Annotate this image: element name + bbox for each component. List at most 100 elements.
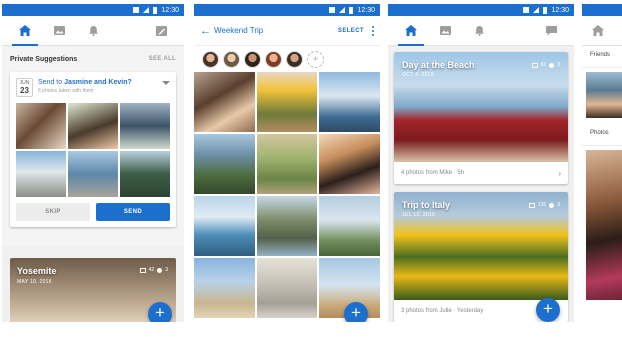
photo-thumb[interactable] xyxy=(319,134,380,194)
avatar[interactable] xyxy=(265,50,282,68)
wifi-icon xyxy=(329,7,336,13)
photo-thumb[interactable] xyxy=(16,103,66,149)
tab-photos[interactable] xyxy=(428,16,462,46)
status-time: 12:30 xyxy=(161,6,179,14)
home-icon xyxy=(19,25,31,36)
photo-thumb[interactable] xyxy=(120,103,170,149)
friend-photo[interactable] xyxy=(586,72,622,118)
add-fab-button[interactable]: + xyxy=(148,302,172,322)
album-photo-count: 42 xyxy=(148,267,155,273)
photo-thumb[interactable] xyxy=(319,196,380,256)
album-title: Weekend Trip xyxy=(214,26,264,35)
skip-button[interactable]: SKIP xyxy=(16,203,90,221)
tab-chat[interactable] xyxy=(534,16,568,46)
back-arrow-icon[interactable]: ← xyxy=(200,25,212,37)
album-photo-grid xyxy=(194,72,380,318)
battery-icon xyxy=(153,6,158,14)
signal-icon xyxy=(143,7,150,13)
album-date: JUL 13, 2015 xyxy=(402,212,436,218)
photo-count-icon xyxy=(528,202,535,208)
photo-thumb[interactable] xyxy=(194,72,255,132)
phone-screen-partial: Friends Photos xyxy=(582,4,622,322)
add-fab-button[interactable]: + xyxy=(536,298,560,322)
photo-thumb[interactable] xyxy=(256,196,318,256)
album-title: Trip to Italy xyxy=(402,200,451,210)
photo-count-icon xyxy=(139,267,146,273)
album-cover: Trip to Italy JUL 13, 2015 135 3 xyxy=(394,192,568,300)
battery-icon xyxy=(543,6,548,14)
send-suggestion-title: Send to Jasmine and Kevin? xyxy=(38,78,132,87)
album-meta: 62 3 xyxy=(531,62,560,68)
tab-bar xyxy=(582,16,622,46)
photo-thumb[interactable] xyxy=(256,258,318,318)
send-subtitle: 6 photos taken with them xyxy=(38,88,94,94)
album-photo-count: 62 xyxy=(540,62,547,68)
avatar[interactable] xyxy=(286,50,303,68)
friends-section-title: Friends xyxy=(582,46,622,68)
tab-home[interactable] xyxy=(584,16,612,46)
send-button[interactable]: SEND xyxy=(96,203,170,221)
album-feed: Day at the Beach OCT 4, 2015 62 3 4 phot… xyxy=(388,46,574,322)
tab-notifications[interactable] xyxy=(462,16,496,46)
avatar[interactable] xyxy=(223,50,240,68)
album-meta: 42 3 xyxy=(139,267,168,273)
photo-thumb[interactable] xyxy=(256,72,318,132)
see-all-link[interactable]: SEE ALL xyxy=(149,56,176,62)
image-icon xyxy=(53,26,65,35)
suggestion-photo-grid xyxy=(16,103,170,197)
tab-home[interactable] xyxy=(394,16,428,46)
album-people-count: 3 xyxy=(165,267,168,273)
tab-photos[interactable] xyxy=(42,16,76,46)
tab-home[interactable] xyxy=(8,16,42,46)
home-icon xyxy=(405,25,417,36)
album-people-count: 3 xyxy=(557,202,560,208)
photo-count-text: 3 photos xyxy=(401,308,425,314)
photo-count-icon xyxy=(531,62,538,68)
phone-screen-suggestions: 12:30 Private Suggestions SEE ALL JUN 23 xyxy=(2,4,184,322)
bell-icon xyxy=(88,25,98,36)
tab-compose[interactable] xyxy=(144,16,178,46)
photo-thumb[interactable] xyxy=(16,151,66,197)
avatar[interactable] xyxy=(244,50,261,68)
album-date: OCT 4, 2015 xyxy=(402,72,434,78)
tab-notifications[interactable] xyxy=(76,16,110,46)
photo-thumb[interactable] xyxy=(68,103,118,149)
section-title: Private Suggestions xyxy=(10,55,78,63)
send-prefix: Send to xyxy=(38,79,65,86)
chevron-down-icon[interactable] xyxy=(162,81,170,85)
photo-thumb[interactable] xyxy=(68,151,118,197)
photos-section-title: Photos xyxy=(582,124,622,146)
album-footer: 4 photos from Mike · 5h › xyxy=(394,162,568,184)
select-button[interactable]: SELECT xyxy=(338,28,364,34)
tab-bar xyxy=(2,16,184,46)
chevron-right-icon[interactable]: › xyxy=(558,169,561,178)
status-time: 12:30 xyxy=(551,6,569,14)
album-title: Yosemite xyxy=(17,266,57,276)
album-cover: Day at the Beach OCT 4, 2015 62 3 xyxy=(394,52,568,162)
photo-thumb[interactable] xyxy=(586,150,622,300)
status-bar: 12:30 xyxy=(2,4,184,16)
member-avatars: + xyxy=(194,46,380,72)
from-text: from Mike · 5h xyxy=(424,170,465,176)
album-date: MAY 10, 2016 xyxy=(17,279,52,285)
image-icon xyxy=(439,26,451,35)
avatar[interactable] xyxy=(202,50,219,68)
album-card-beach[interactable]: Day at the Beach OCT 4, 2015 62 3 4 phot… xyxy=(394,52,568,184)
photo-thumb[interactable] xyxy=(120,151,170,197)
signal-icon xyxy=(339,7,346,13)
add-person-icon[interactable]: + xyxy=(307,50,324,68)
album-people-count: 3 xyxy=(557,62,560,68)
photo-thumb[interactable] xyxy=(194,196,255,256)
more-vert-icon[interactable] xyxy=(372,25,374,36)
photo-thumb[interactable] xyxy=(194,258,255,318)
people-icon xyxy=(549,62,555,68)
photo-thumb[interactable] xyxy=(256,134,318,194)
status-bar xyxy=(582,4,622,16)
add-fab-button[interactable]: + xyxy=(344,302,368,322)
photo-thumb[interactable] xyxy=(319,72,380,132)
status-time: 12:30 xyxy=(357,6,375,14)
tab-bar xyxy=(388,16,574,46)
phone-screen-feed: 12:30 Day at the Beach OCT 4, 2015 62 3 xyxy=(388,4,574,322)
photo-thumb[interactable] xyxy=(194,134,255,194)
status-bar: 12:30 xyxy=(194,4,380,16)
